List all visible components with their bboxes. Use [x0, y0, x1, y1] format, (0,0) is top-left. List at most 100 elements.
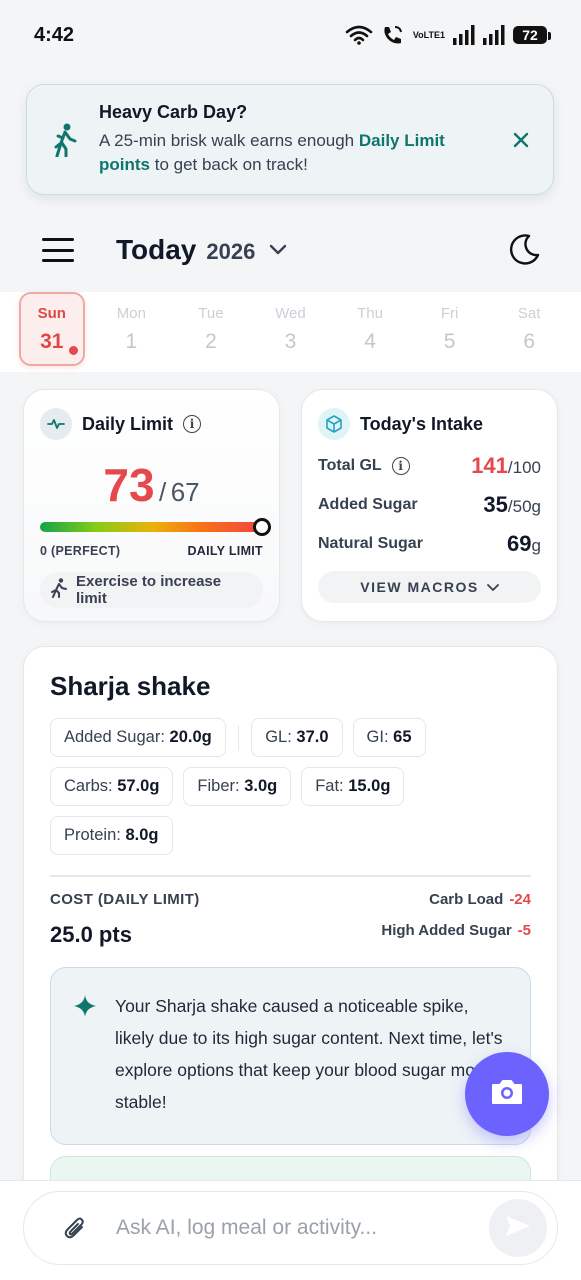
chip-divider: [237, 724, 240, 751]
chip-value: 3.0g: [244, 777, 278, 795]
intake-label: Added Sugar: [318, 496, 418, 513]
status-bar: 4:42 Vo LTE1 72: [0, 0, 581, 70]
day-number: 6: [523, 329, 535, 353]
intake-label-text: Total GL: [318, 457, 382, 474]
chip-fiber: Fiber: 3.0g: [183, 767, 292, 806]
wifi-icon: [345, 25, 373, 45]
chevron-down-icon: [486, 579, 499, 595]
cost-label: COST (DAILY LIMIT): [50, 890, 200, 908]
chip-label: Added Sugar:: [64, 728, 165, 746]
penalty-added-sugar: High Added Sugar -5: [381, 922, 531, 939]
chip-label: Fiber:: [197, 777, 240, 795]
intake-value: 69g: [507, 531, 541, 557]
banner-body-suffix: to get back on track!: [150, 155, 308, 174]
day-tue[interactable]: Tue 2: [178, 292, 244, 366]
ai-insight-box: Your Sharja shake caused a noticeable sp…: [50, 966, 531, 1145]
cost-value: 25.0 pts: [50, 921, 132, 947]
chevron-down-icon: [269, 244, 287, 256]
view-macros-button[interactable]: VIEW MACROS: [318, 571, 541, 603]
intake-row-total-gl: Total GL i 141/100: [318, 453, 541, 479]
todays-intake-card: Today's Intake Total GL i 141/100 Added S…: [301, 389, 558, 622]
chip-value: 15.0g: [348, 777, 391, 795]
chip-gi: GI: 65: [352, 718, 426, 757]
menu-icon[interactable]: [42, 238, 74, 262]
volte-bottom: LTE1: [423, 29, 445, 40]
chip-protein: Protein: 8.0g: [50, 816, 173, 855]
day-name: Tue: [198, 304, 224, 322]
chip-label: Carbs:: [64, 777, 113, 795]
limit-label-left: 0 (PERFECT): [40, 544, 121, 558]
penalty-value: -5: [517, 921, 531, 939]
divider: [50, 875, 531, 877]
signal-icon-1: [453, 25, 475, 45]
chip-label: GL:: [265, 728, 292, 746]
daily-limit-card[interactable]: Daily Limit i 73 / 67 0 (PERFECT) DAILY …: [23, 389, 280, 622]
day-sun[interactable]: Sun 31: [18, 292, 85, 366]
chat-input-wrapper: [23, 1191, 558, 1265]
day-mon[interactable]: Mon 1: [98, 292, 164, 366]
added-sugar-value: 35: [483, 492, 508, 517]
info-icon[interactable]: i: [183, 415, 202, 433]
limit-progress-knob: [253, 518, 271, 536]
exercise-button[interactable]: Exercise to increase limit: [40, 572, 263, 608]
exercise-label: Exercise to increase limit: [76, 573, 222, 607]
send-icon: [505, 1215, 531, 1242]
limit-separator: /: [159, 477, 167, 507]
limit-labels: 0 (PERFECT) DAILY LIMIT: [40, 544, 263, 558]
chat-input[interactable]: [116, 1216, 489, 1240]
bottom-bar: [0, 1180, 581, 1280]
chip-label: GI:: [366, 728, 389, 746]
chip-carbs: Carbs: 57.0g: [50, 767, 174, 806]
penalty-label: High Added Sugar: [381, 921, 512, 939]
penalties: Carb Load -24 High Added Sugar -5: [381, 891, 531, 953]
intake-label: Total GL i: [318, 457, 410, 475]
attachment-icon[interactable]: [62, 1215, 88, 1241]
food-name: Sharja shake: [50, 671, 211, 701]
volte-top: Vo: [412, 29, 424, 40]
running-icon: [50, 578, 68, 602]
day-number: 4: [364, 329, 376, 353]
day-fri[interactable]: Fri 5: [417, 292, 483, 366]
walking-icon: [49, 120, 81, 160]
day-sat[interactable]: Sat 6: [496, 292, 562, 366]
send-button[interactable]: [489, 1199, 547, 1257]
view-macros-label: VIEW MACROS: [360, 579, 479, 595]
date-selector[interactable]: Today 2026: [116, 234, 287, 266]
wifi-calling-icon: [381, 24, 405, 46]
penalty-carb-load: Carb Load -24: [381, 891, 531, 908]
chip-label: Fat:: [315, 777, 344, 795]
day-name: Fri: [440, 304, 459, 322]
moon-icon[interactable]: [507, 233, 541, 267]
intake-value: 35/50g: [483, 492, 541, 518]
ai-insight-text: Your Sharja shake caused a noticeable sp…: [115, 995, 503, 1112]
intake-value: 141/100: [471, 453, 541, 479]
chip-fat: Fat: 15.0g: [301, 767, 405, 806]
intake-label: Natural Sugar: [318, 535, 423, 552]
volte-icon: Vo LTE1: [412, 29, 445, 40]
banner-text: Heavy Carb Day? A 25-min brisk walk earn…: [99, 102, 497, 177]
chip-value: 20.0g: [169, 728, 212, 746]
header: Today 2026: [0, 215, 581, 285]
camera-button[interactable]: [465, 1052, 549, 1136]
added-sugar-unit: /50g: [507, 497, 541, 516]
battery-indicator: 72: [513, 26, 551, 44]
day-number: 31: [40, 329, 64, 353]
day-wed[interactable]: Wed 3: [257, 292, 323, 366]
close-icon[interactable]: [507, 126, 535, 154]
intake-row-added-sugar: Added Sugar 35/50g: [318, 492, 541, 518]
banner-body-prefix: A 25-min brisk walk earns enough: [99, 131, 359, 150]
cube-icon: [318, 408, 350, 440]
carb-day-banner: Heavy Carb Day? A 25-min brisk walk earn…: [26, 84, 554, 195]
day-thu[interactable]: Thu 4: [337, 292, 403, 366]
header-title: Today: [116, 234, 197, 265]
logged-dot: [68, 346, 78, 355]
info-icon[interactable]: i: [391, 457, 410, 475]
day-name: Sun: [37, 304, 66, 322]
day-name: Sat: [517, 304, 541, 322]
banner-body: A 25-min brisk walk earns enough Daily L…: [99, 129, 497, 177]
day-name: Wed: [275, 304, 306, 322]
limit-value: 73 / 67: [40, 458, 263, 512]
daily-limit-header: Daily Limit i: [40, 408, 263, 440]
intake-row-natural-sugar: Natural Sugar 69g: [318, 531, 541, 557]
chip-value: 65: [393, 728, 412, 746]
